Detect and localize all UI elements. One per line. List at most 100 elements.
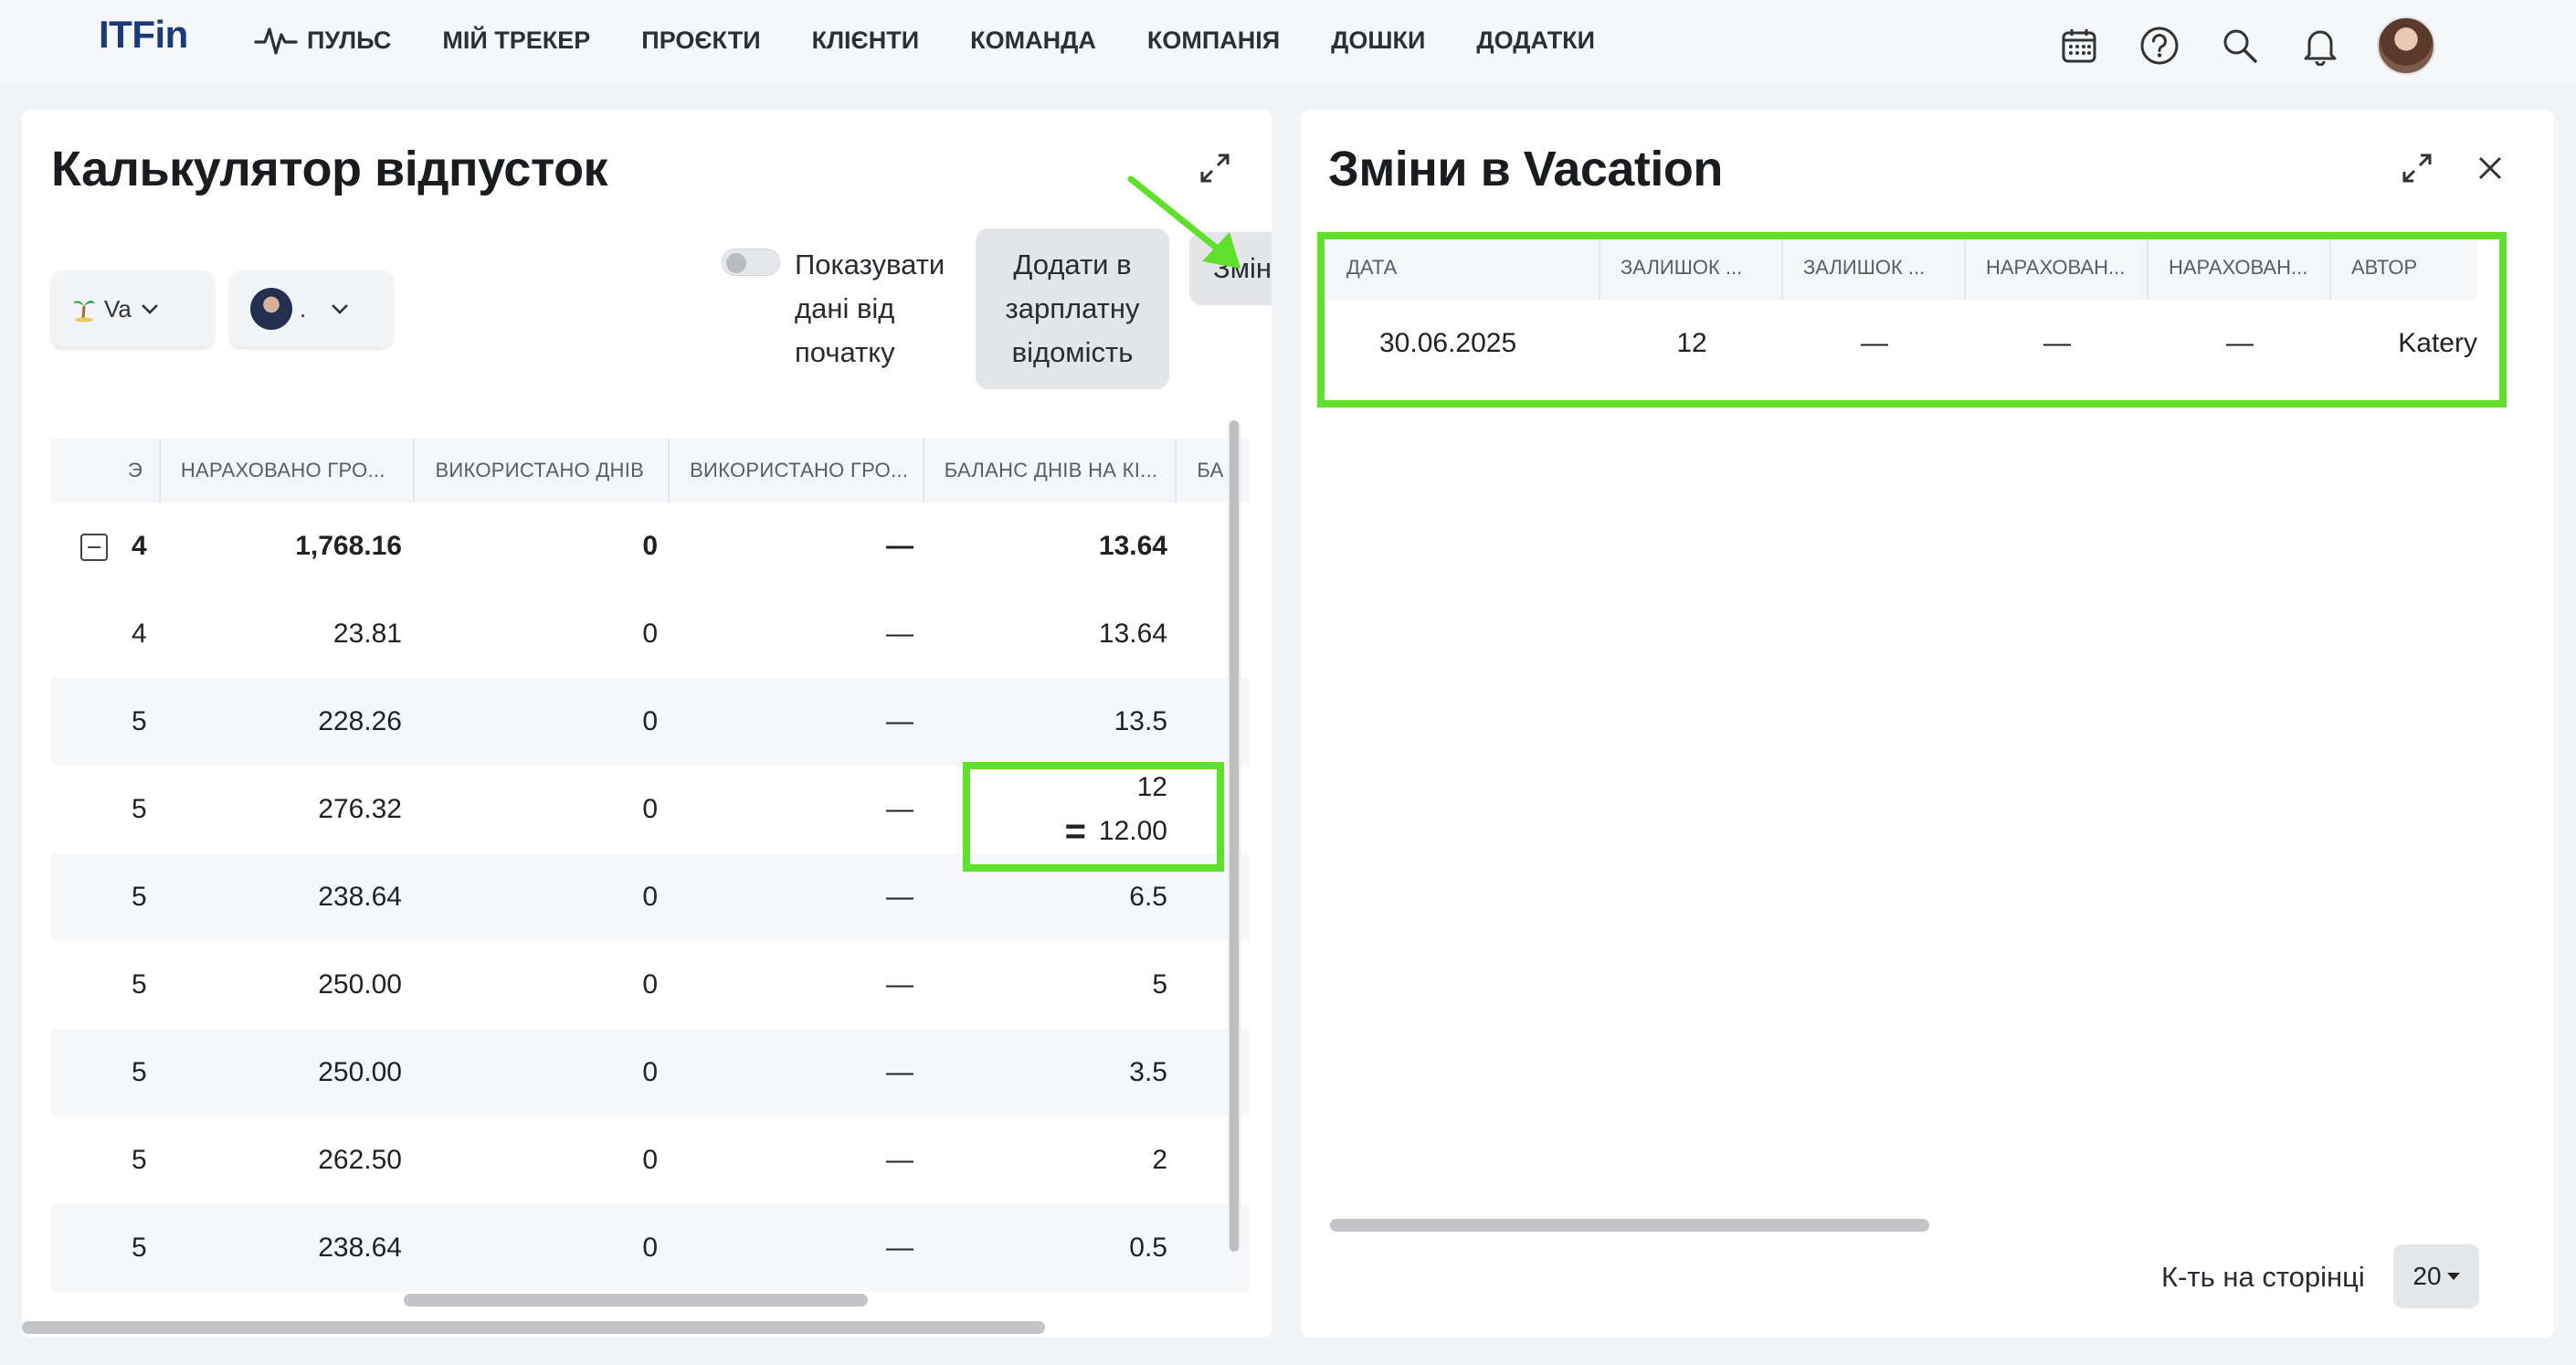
table-row-summary: 4 1,768.16 0 — 13.64 bbox=[51, 503, 1250, 590]
nav-item-projects[interactable]: ПРОЄКТИ bbox=[641, 26, 760, 55]
horizontal-scrollbar[interactable] bbox=[1330, 1219, 1929, 1232]
table-cell: 4 bbox=[132, 619, 147, 649]
help-icon[interactable] bbox=[2136, 22, 2183, 69]
vertical-scrollbar[interactable] bbox=[1230, 420, 1239, 1252]
table-cell: 5 bbox=[132, 794, 147, 824]
panel-horizontal-scrollbar[interactable] bbox=[22, 1321, 1045, 1334]
nav-item-clients[interactable]: КЛІЄНТИ bbox=[812, 26, 920, 55]
nav-item-addons[interactable]: ДОДАТКИ bbox=[1476, 26, 1595, 55]
table-cell: — bbox=[886, 619, 913, 649]
table-cell: 0 bbox=[642, 531, 658, 561]
table-row: 5 238.64 0 — 0.5 bbox=[51, 1204, 1250, 1292]
nav-actions bbox=[2055, 16, 2435, 75]
page-size-label: К-ть на сторінці bbox=[2161, 1261, 2365, 1293]
page-size-select[interactable]: 20 bbox=[2393, 1244, 2479, 1308]
table-cell: 1,768.16 bbox=[295, 531, 402, 561]
table-cell: — bbox=[886, 706, 913, 736]
table-cell: 0 bbox=[642, 1233, 658, 1263]
table-cell: 228.26 bbox=[318, 706, 402, 736]
table-cell: 250.00 bbox=[318, 1057, 402, 1087]
vacation-table: Э НАРАХОВАНО ГРО... ВИКОРИСТАНО ДНІВ ВИК… bbox=[51, 439, 1250, 1316]
table-cell: 5 bbox=[132, 1145, 147, 1175]
table-cell: — bbox=[886, 794, 913, 824]
pulse-icon bbox=[254, 27, 298, 55]
nav-item-my-tracker[interactable]: МІЙ ТРЕКЕР bbox=[442, 26, 590, 55]
table-horizontal-scrollbar[interactable] bbox=[404, 1294, 868, 1307]
close-icon[interactable] bbox=[2468, 146, 2512, 190]
nav-item-company[interactable]: КОМПАНІЯ bbox=[1147, 26, 1280, 55]
table-cell: 262.50 bbox=[318, 1145, 402, 1175]
top-navigation-bar: ITFin ПУЛЬС МІЙ ТРЕКЕР ПРОЄКТИ КЛІЄНТИ К… bbox=[0, 0, 2576, 82]
table-cell: 276.32 bbox=[318, 794, 402, 824]
table-cell: 0 bbox=[642, 1057, 658, 1087]
table-cell: — bbox=[886, 882, 913, 912]
vacation-type-dropdown[interactable]: Va bbox=[51, 270, 214, 347]
caret-down-icon bbox=[2446, 1273, 2460, 1280]
app-logo[interactable]: ITFin bbox=[99, 13, 188, 57]
user-avatar[interactable] bbox=[2377, 16, 2435, 75]
table-cell: — bbox=[886, 1145, 913, 1175]
table-header: Э НАРАХОВАНО ГРО... ВИКОРИСТАНО ДНІВ ВИК… bbox=[51, 439, 1250, 503]
chevron-down-icon bbox=[332, 304, 348, 314]
table-cell: 13.64 bbox=[1098, 531, 1167, 561]
employee-dropdown[interactable]: . bbox=[230, 270, 393, 347]
table-cell: 3.5 bbox=[1129, 1057, 1167, 1087]
table-cell: 5 bbox=[132, 1233, 147, 1263]
table-cell: 0 bbox=[642, 969, 658, 1000]
main-nav: ПУЛЬС МІЙ ТРЕКЕР ПРОЄКТИ КЛІЄНТИ КОМАНДА… bbox=[254, 20, 1646, 60]
column-header-accrued-gross[interactable]: НАРАХОВАНО ГРО... bbox=[161, 439, 416, 503]
table-cell: 5 bbox=[132, 882, 147, 912]
search-icon[interactable] bbox=[2216, 22, 2264, 69]
page-size-value: 20 bbox=[2412, 1262, 2442, 1290]
table-cell: 5 bbox=[1152, 969, 1167, 1000]
table-cell: 238.64 bbox=[318, 1233, 402, 1263]
table-cell: — bbox=[886, 969, 913, 1000]
employee-value: . bbox=[300, 294, 307, 323]
table-row: 5 250.00 0 — 3.5 bbox=[51, 1029, 1250, 1116]
chevron-down-icon bbox=[142, 304, 158, 314]
nav-item-boards[interactable]: ДОШКИ bbox=[1331, 26, 1425, 55]
table-cell: — bbox=[886, 1233, 913, 1263]
table-cell: 238.64 bbox=[318, 882, 402, 912]
annotation-arrow-icon bbox=[1127, 175, 1240, 269]
table-row: 5 262.50 0 — 2 bbox=[51, 1116, 1250, 1204]
highlight-frame bbox=[1317, 232, 2507, 407]
calendar-icon[interactable] bbox=[2055, 22, 2103, 69]
table-cell: 5 bbox=[132, 969, 147, 1000]
vacation-type-value: Va bbox=[104, 294, 132, 323]
table-cell: 0.5 bbox=[1129, 1233, 1167, 1263]
employee-avatar bbox=[250, 288, 292, 330]
panel-title: Калькулятор відпусток bbox=[51, 142, 608, 196]
table-cell: 5 bbox=[132, 1057, 147, 1087]
table-cell: 0 bbox=[642, 619, 658, 649]
nav-item-label: ПУЛЬС bbox=[307, 26, 392, 54]
collapse-icon[interactable] bbox=[80, 534, 108, 561]
highlight-frame bbox=[963, 762, 1224, 872]
table-cell: 5 bbox=[132, 706, 147, 736]
table-cell: 2 bbox=[1152, 1145, 1167, 1175]
panel-title: Зміни в Vacation bbox=[1328, 142, 1723, 196]
column-header-balance-days[interactable]: БАЛАНС ДНІВ НА КІ... bbox=[924, 439, 1177, 503]
bell-icon[interactable] bbox=[2296, 22, 2344, 69]
table-cell: 13.64 bbox=[1098, 619, 1167, 649]
table-cell: 0 bbox=[642, 706, 658, 736]
expand-icon[interactable] bbox=[2395, 146, 2439, 190]
table-cell: — bbox=[886, 531, 913, 561]
show-from-start-label: Показувати дані від початку bbox=[795, 249, 945, 368]
vacation-calculator-panel: Калькулятор відпусток Va . Показувати да… bbox=[22, 110, 1272, 1338]
column-header[interactable]: Э bbox=[51, 439, 161, 503]
table-cell: 23.81 bbox=[333, 619, 402, 649]
vacation-changes-panel: Зміни в Vacation ДАТА ЗАЛИШОК ... ЗАЛИШО… bbox=[1301, 110, 2554, 1338]
column-header-used-days[interactable]: ВИКОРИСТАНО ДНІВ bbox=[415, 439, 670, 503]
table-cell: 250.00 bbox=[318, 969, 402, 1000]
table-cell: 0 bbox=[642, 882, 658, 912]
table-row: 5 250.00 0 — 5 bbox=[51, 941, 1250, 1029]
nav-item-team[interactable]: КОМАНДА bbox=[970, 26, 1096, 55]
table-cell: 0 bbox=[642, 1145, 658, 1175]
table-row: 5 228.26 0 — 13.5 bbox=[51, 678, 1250, 766]
table-cell: 13.5 bbox=[1114, 706, 1167, 736]
column-header-used-gross[interactable]: ВИКОРИСТАНО ГРО... bbox=[670, 439, 924, 503]
toggle-knob bbox=[726, 253, 746, 273]
nav-item-pulse[interactable]: ПУЛЬС bbox=[254, 24, 391, 57]
show-from-start-toggle[interactable] bbox=[722, 249, 780, 276]
